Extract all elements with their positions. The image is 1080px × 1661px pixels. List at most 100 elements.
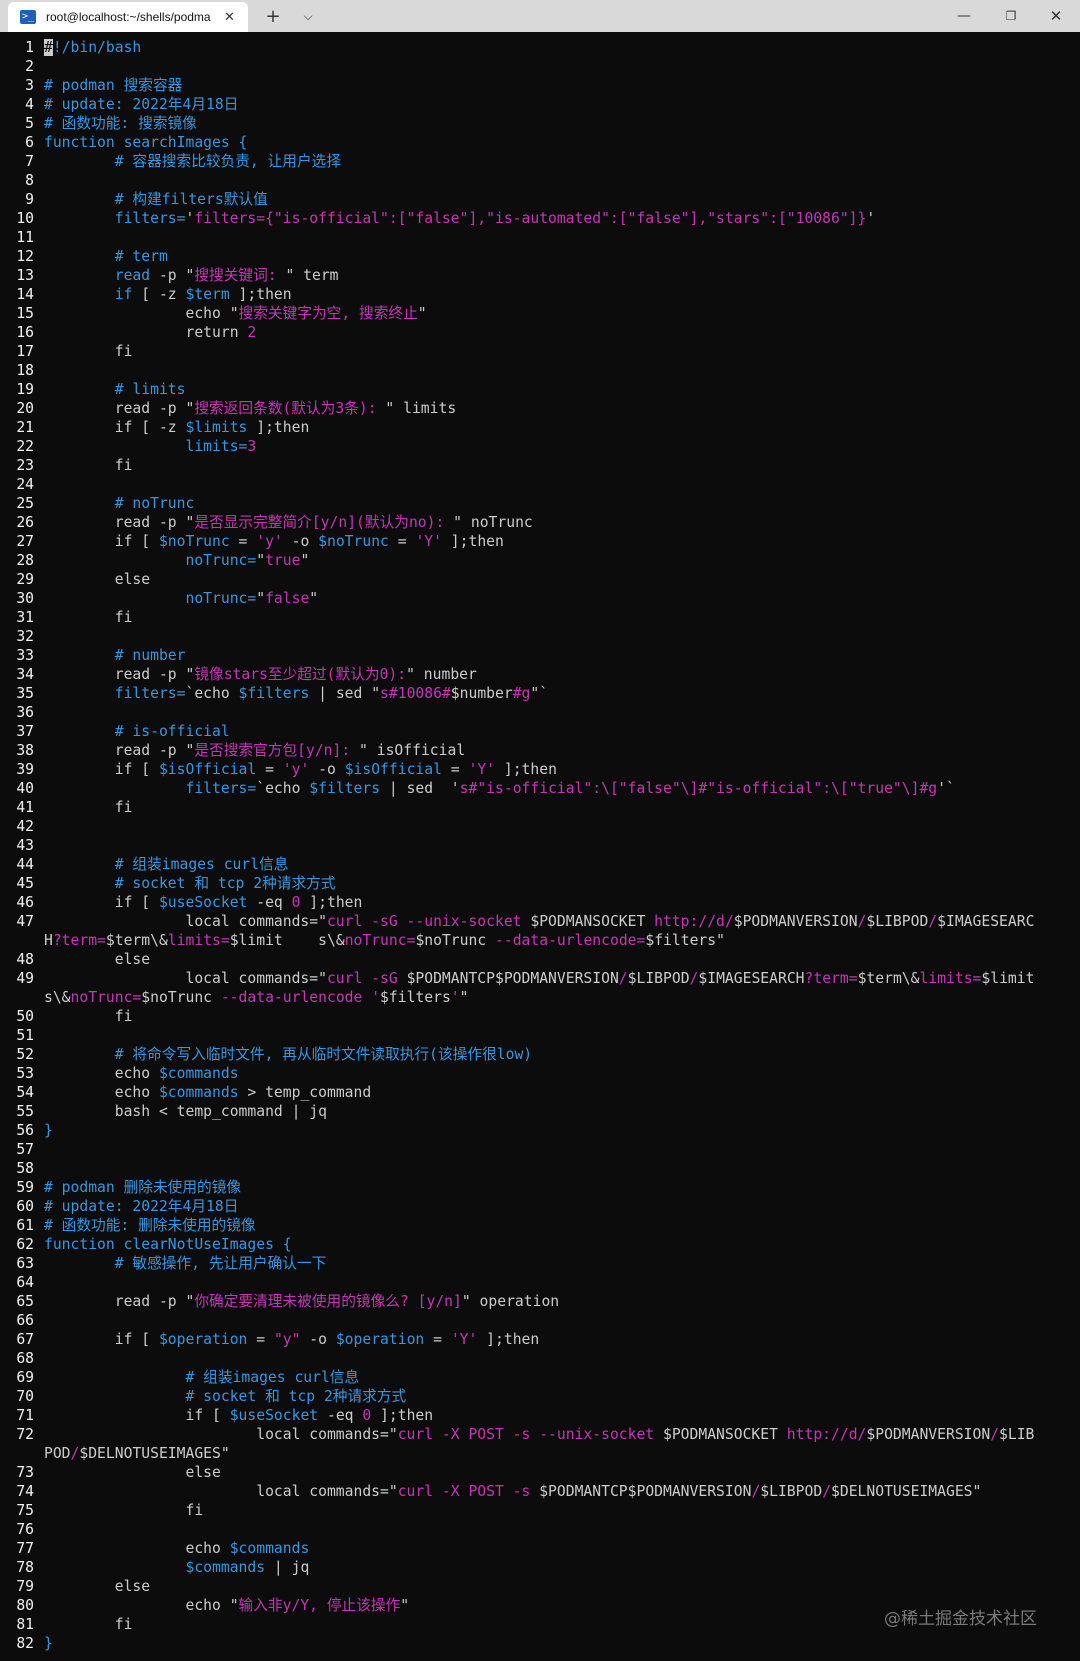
code-token: / (928, 913, 938, 930)
line-number: 26 (16, 514, 34, 531)
code-token: $PODMANTCP$PODMANVERSION (539, 1483, 752, 1500)
line-code: # 函数功能: 删除未使用的镜像 (44, 1216, 256, 1235)
code-token: function searchImages { (44, 134, 248, 151)
code-token: filters= (44, 210, 186, 227)
line-number: 22 (16, 438, 34, 455)
code-token: # 函数功能: 删除未使用的镜像 (44, 1217, 256, 1234)
line-code: if [ -z $limits ];then (44, 418, 310, 437)
line-number: 64 (16, 1274, 34, 1291)
code-token: curl -sG --unix-socket (326, 913, 531, 930)
line-code: # podman 搜索容器 (44, 76, 182, 95)
code-token: " (309, 590, 319, 607)
code-token: echo (44, 1065, 159, 1082)
code-token: if [ (44, 761, 159, 778)
line-code: fi (44, 1501, 203, 1520)
code-token: $LIBPOD (627, 970, 690, 987)
line-number: 62 (16, 1236, 34, 1253)
maximize-button[interactable]: ❐ (997, 0, 1025, 32)
line-number: 14 (16, 286, 34, 303)
code-token: read (44, 267, 151, 284)
line-number: 74 (16, 1483, 34, 1500)
line-code: fi (44, 798, 133, 817)
code-token: " (400, 1597, 410, 1614)
line-number: 77 (16, 1540, 34, 1557)
code-token: $isOfficial (344, 761, 442, 778)
close-tab-icon[interactable]: ✕ (224, 10, 235, 25)
line-code: #!/bin/bash (44, 38, 141, 57)
code-token: true (265, 552, 301, 569)
line-code: # 函数功能: 搜索镜像 (44, 114, 197, 133)
code-token: curl -X POST -s (397, 1483, 540, 1500)
line-number: 73 (16, 1464, 34, 1481)
line-code: # podman 删除未使用的镜像 (44, 1178, 241, 1197)
line-number: 17 (16, 343, 34, 360)
new-tab-button[interactable]: + (262, 0, 284, 32)
code-token: 'Y' (415, 533, 442, 550)
code-token: # noTrunc (44, 495, 195, 512)
line-number: 1 (25, 39, 34, 56)
code-token: `echo (185, 685, 239, 702)
code-token: $filters" (645, 932, 725, 949)
code-token: http://d/ (654, 913, 734, 930)
line-number: 24 (16, 476, 34, 493)
code-token: " (300, 552, 310, 569)
code-token: else (44, 1464, 221, 1481)
tab-dropdown-chevron-icon[interactable]: ⌵ (298, 0, 318, 32)
code-token: # socket 和 tcp 2种请求方式 (44, 1388, 407, 1405)
terminal-viewport[interactable]: 1 #!/bin/bash 2 3 # podman 搜索容器 4 # update: 20… (0, 32, 1080, 1661)
line-number: 81 (16, 1616, 34, 1633)
code-token: = (247, 1331, 274, 1348)
code-token: local commands=" (44, 913, 327, 930)
line-number: 38 (16, 742, 34, 759)
code-token: ?term= (52, 932, 106, 949)
code-token: $PODMANSOCKET (530, 913, 655, 930)
line-code: read -p "搜搜关键词: " term (44, 266, 339, 285)
line-code: # update: 2022年4月18日 (44, 1197, 238, 1216)
code-token: ];then (300, 894, 363, 911)
code-token: $noTrunc (141, 989, 221, 1006)
line-code: local commands="curl -X POST -s --unix-s… (44, 1425, 1034, 1444)
code-token: $term\& (857, 970, 920, 987)
code-token: echo " (44, 305, 239, 322)
code-token: ' (185, 210, 195, 227)
code-token: echo " (44, 1597, 239, 1614)
line-number: 51 (16, 1027, 34, 1044)
close-window-button[interactable]: ✕ (1042, 0, 1070, 32)
minimize-button[interactable]: — (950, 0, 978, 32)
terminal-tab[interactable]: >_ root@localhost:~/shells/podma ✕ (8, 2, 248, 32)
line-code: echo $commands > temp_command (44, 1083, 371, 1102)
code-token: $PODMANTCP$PODMANVERSION (406, 970, 619, 987)
watermark: @稀土掘金技术社区 (884, 1609, 1037, 1629)
code-token: -o (309, 761, 345, 778)
code-token: 你确定要清理未被使用的镜像么? [y/n] (194, 1293, 462, 1310)
code-token: 'Y' (450, 1331, 478, 1348)
code-token: | jq (265, 1559, 310, 1576)
line-code: read -p "搜索返回条数(默认为3条): " limits (44, 399, 456, 418)
code-token: `echo (256, 780, 310, 797)
line-code: local commands="curl -sG --unix-socket $… (44, 912, 1034, 931)
line-number: 48 (16, 951, 34, 968)
code-token: " (459, 989, 469, 1006)
code-token: $term (185, 286, 230, 303)
code-token: limits= (44, 438, 248, 455)
line-number: 50 (16, 1008, 34, 1025)
code-token: local commands=" (44, 1426, 398, 1443)
code-token: > temp_command (238, 1084, 372, 1101)
line-number: 16 (16, 324, 34, 341)
line-number: 4 (25, 96, 34, 113)
line-code: } (44, 1634, 53, 1653)
line-code: if [ $useSocket -eq 0 ];then (44, 893, 363, 912)
code-token: 搜搜关键词: (194, 267, 286, 284)
code-token: # term (44, 248, 168, 265)
line-code: POD/$DELNOTUSEIMAGES" (44, 1444, 230, 1463)
line-number: 65 (16, 1293, 34, 1310)
code-token: $LIB (999, 1426, 1035, 1443)
code-token: " limits (385, 400, 457, 417)
code-token: # 将命令写入临时文件, 再从临时文件读取执行(该操作很low) (44, 1046, 533, 1063)
code-token: ];then (495, 761, 557, 778)
code-token: 输入非y/Y, 停止该操作 (238, 1597, 401, 1614)
line-number: 35 (16, 685, 34, 702)
line-number: 11 (16, 229, 34, 246)
line-number: 25 (16, 495, 34, 512)
code-token: $noTrunc (318, 533, 389, 550)
